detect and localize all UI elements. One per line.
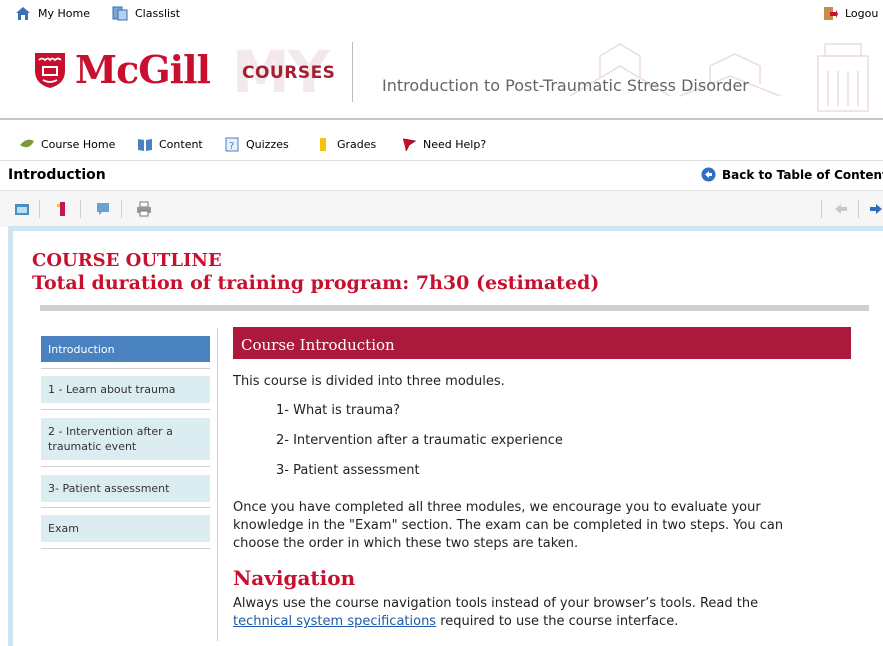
quiz-icon: ? <box>225 137 239 152</box>
logout-link[interactable]: Logou <box>822 6 878 21</box>
course-title: Introduction to Post-Traumatic Stress Di… <box>382 76 749 95</box>
toolbar-separator <box>858 200 859 218</box>
svg-text:?: ? <box>229 141 234 152</box>
menu-content-divider <box>217 328 218 641</box>
menu-item-introduction[interactable]: Introduction <box>41 336 210 362</box>
back-arrow-icon <box>701 167 716 182</box>
my-home-link[interactable]: My Home <box>15 6 90 21</box>
comment-icon[interactable] <box>95 201 111 217</box>
toolbar-separator <box>39 200 40 218</box>
nav-course-home[interactable]: Course Home <box>19 137 115 152</box>
technical-specifications-link[interactable]: technical system specifications <box>233 614 436 629</box>
nav-quizzes[interactable]: ? Quizzes <box>224 137 289 152</box>
logout-icon <box>824 7 838 20</box>
nav-need-help-label: Need Help? <box>423 138 487 151</box>
menu-divider <box>41 466 210 467</box>
campus-building-illustration <box>569 43 869 112</box>
navbar-divider <box>0 160 883 161</box>
my-home-label: My Home <box>38 7 90 20</box>
module-item-1: 1- What is trauma? <box>276 403 401 418</box>
exam-paragraph-line-3: choose the order in which these two step… <box>233 536 579 551</box>
bookmark-icon[interactable] <box>54 201 70 217</box>
brand-wordmark: McGill <box>75 47 211 92</box>
print-icon[interactable] <box>136 201 152 217</box>
logout-label: Logou <box>845 7 879 20</box>
home-icon <box>16 7 30 20</box>
toolbar-separator <box>80 200 81 218</box>
classlist-label: Classlist <box>135 7 181 20</box>
outline-divider <box>40 305 869 311</box>
menu-item-patient-assessment[interactable]: 3- Patient assessment <box>41 475 210 502</box>
content-toolbar <box>0 190 883 227</box>
toolbar-separator <box>821 200 822 218</box>
section-title-bar: Course Introduction <box>233 327 851 359</box>
module-item-2: 2- Intervention after a traumatic experi… <box>276 433 563 448</box>
menu-item-learn-about-trauma[interactable]: 1 - Learn about trauma <box>41 376 210 403</box>
next-arrow-icon[interactable] <box>868 201 883 217</box>
navigation-text-end: required to use the course interface. <box>436 614 679 629</box>
mcgill-crest-icon <box>35 52 65 88</box>
intro-text: This course is divided into three module… <box>233 374 505 389</box>
course-outline-duration: Total duration of training program: 7h30… <box>32 272 600 294</box>
nav-grades[interactable]: Grades <box>315 137 376 152</box>
mcgill-logo[interactable]: McGill <box>33 47 211 92</box>
header-bottom-rule <box>0 118 883 120</box>
exam-paragraph-line-1: Once you have completed all three module… <box>233 500 761 515</box>
nav-need-help[interactable]: Need Help? <box>401 137 486 152</box>
module-item-3: 3- Patient assessment <box>276 463 420 478</box>
menu-divider <box>41 548 210 549</box>
courses-wordmark: COURSES <box>242 63 336 83</box>
menu-divider <box>41 368 210 369</box>
course-navbar: Course Home Content ? Quizzes Grades Nee… <box>0 128 883 160</box>
grades-icon <box>320 138 326 151</box>
navigation-text-line-2: technical system specifications required… <box>233 613 678 631</box>
menu-item-label: Exam <box>48 522 79 535</box>
nav-grades-label: Grades <box>337 138 377 151</box>
menu-item-label: 2 - Intervention after a traumatic event <box>48 425 173 453</box>
exam-paragraph-line-2: knowledge in the "Exam" section. The exa… <box>233 518 784 533</box>
menu-item-label: 1 - Learn about trauma <box>48 383 176 396</box>
toolbar-separator <box>121 200 122 218</box>
menu-item-intervention[interactable]: 2 - Intervention after a traumatic event <box>41 418 210 460</box>
flag-icon <box>402 138 417 152</box>
classlist-link[interactable]: Classlist <box>112 6 180 21</box>
nav-content-label: Content <box>159 138 203 151</box>
nav-content[interactable]: Content <box>137 137 203 152</box>
download-icon[interactable] <box>14 201 30 217</box>
course-outline-title: COURSE OUTLINE <box>32 250 222 271</box>
nav-course-home-label: Course Home <box>41 138 116 151</box>
menu-divider <box>41 507 210 508</box>
menu-divider <box>41 409 210 410</box>
back-to-toc-label: Back to Table of Contents <box>722 167 883 182</box>
course-home-icon <box>20 139 34 148</box>
menu-item-exam[interactable]: Exam <box>41 515 210 542</box>
section-title: Course Introduction <box>241 336 395 354</box>
classlist-icon <box>112 6 128 21</box>
page-heading: Introduction <box>8 167 106 183</box>
nav-quizzes-label: Quizzes <box>246 138 289 151</box>
menu-item-label: Introduction <box>48 342 115 356</box>
menu-item-label: 3- Patient assessment <box>48 482 170 495</box>
header-divider <box>352 42 353 102</box>
book-icon <box>138 139 152 151</box>
previous-arrow-icon[interactable] <box>833 201 849 217</box>
navigation-heading: Navigation <box>233 566 356 590</box>
navigation-text: Always use the course navigation tools i… <box>233 596 759 611</box>
back-to-toc-link[interactable]: Back to Table of Contents <box>701 167 883 182</box>
